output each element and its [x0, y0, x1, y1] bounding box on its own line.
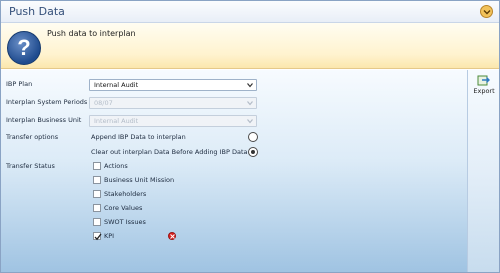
check-icon — [94, 233, 102, 241]
business-unit-mission-status-label: Business Unit Mission — [104, 176, 175, 184]
clear-option-radio[interactable] — [248, 147, 258, 157]
transfer-status-label: Transfer Status — [6, 162, 55, 170]
transfer-options-label: Transfer options — [6, 133, 59, 141]
dropdown-arrow-icon — [247, 101, 253, 106]
core-values-status-label: Core Values — [104, 204, 143, 212]
export-icon — [477, 75, 490, 86]
export-button[interactable]: Export — [468, 72, 499, 102]
actions-status-label: Actions — [104, 162, 128, 170]
stakeholders-checkbox[interactable] — [93, 190, 101, 198]
append-option-label: Append IBP Data to interplan — [91, 133, 186, 141]
business-unit-value: Internal Audit — [94, 117, 139, 125]
ibp-plan-label: IBP Plan — [6, 80, 33, 88]
info-banner: ? Push data to interplan — [1, 23, 499, 69]
business-unit-select[interactable]: Internal Audit — [89, 115, 257, 127]
swot-issues-status-label: SWOT Issues — [104, 218, 146, 226]
ibp-plan-select[interactable]: Internal Audit — [89, 79, 257, 91]
clear-option-label: Clear out interplan Data Before Adding I… — [91, 148, 248, 156]
system-periods-value: 08/07 — [94, 99, 113, 107]
dropdown-arrow-icon — [247, 119, 253, 124]
actions-checkbox[interactable] — [93, 162, 101, 170]
stakeholders-status-label: Stakeholders — [104, 190, 147, 198]
core-values-checkbox[interactable] — [93, 204, 101, 212]
window-title: Push Data — [9, 5, 65, 18]
action-panel: Export — [467, 70, 499, 272]
export-label: Export — [473, 87, 495, 95]
push-data-window: Push Data ? Push data to interplan IBP P… — [0, 0, 500, 273]
swot-issues-checkbox[interactable] — [93, 218, 101, 226]
question-icon: ? — [7, 31, 41, 65]
dropdown-arrow-icon — [247, 83, 253, 88]
collapse-button[interactable] — [480, 5, 493, 18]
title-bar: Push Data — [1, 1, 499, 23]
chevron-down-icon — [483, 9, 490, 14]
ibp-plan-value: Internal Audit — [94, 81, 139, 89]
system-periods-label: Interplan System Periods — [6, 98, 88, 106]
append-option-radio[interactable] — [248, 132, 258, 142]
kpi-status-label: KPI — [104, 232, 115, 240]
kpi-checkbox[interactable] — [93, 232, 102, 241]
form-area: IBP Plan Internal Audit Interplan System… — [1, 70, 467, 272]
close-icon — [170, 234, 175, 239]
error-icon[interactable] — [168, 232, 176, 240]
business-unit-label: Interplan Business Unit — [6, 116, 82, 124]
banner-message: Push data to interplan — [47, 29, 136, 38]
system-periods-select[interactable]: 08/07 — [89, 97, 257, 109]
business-unit-mission-checkbox[interactable] — [93, 176, 101, 184]
